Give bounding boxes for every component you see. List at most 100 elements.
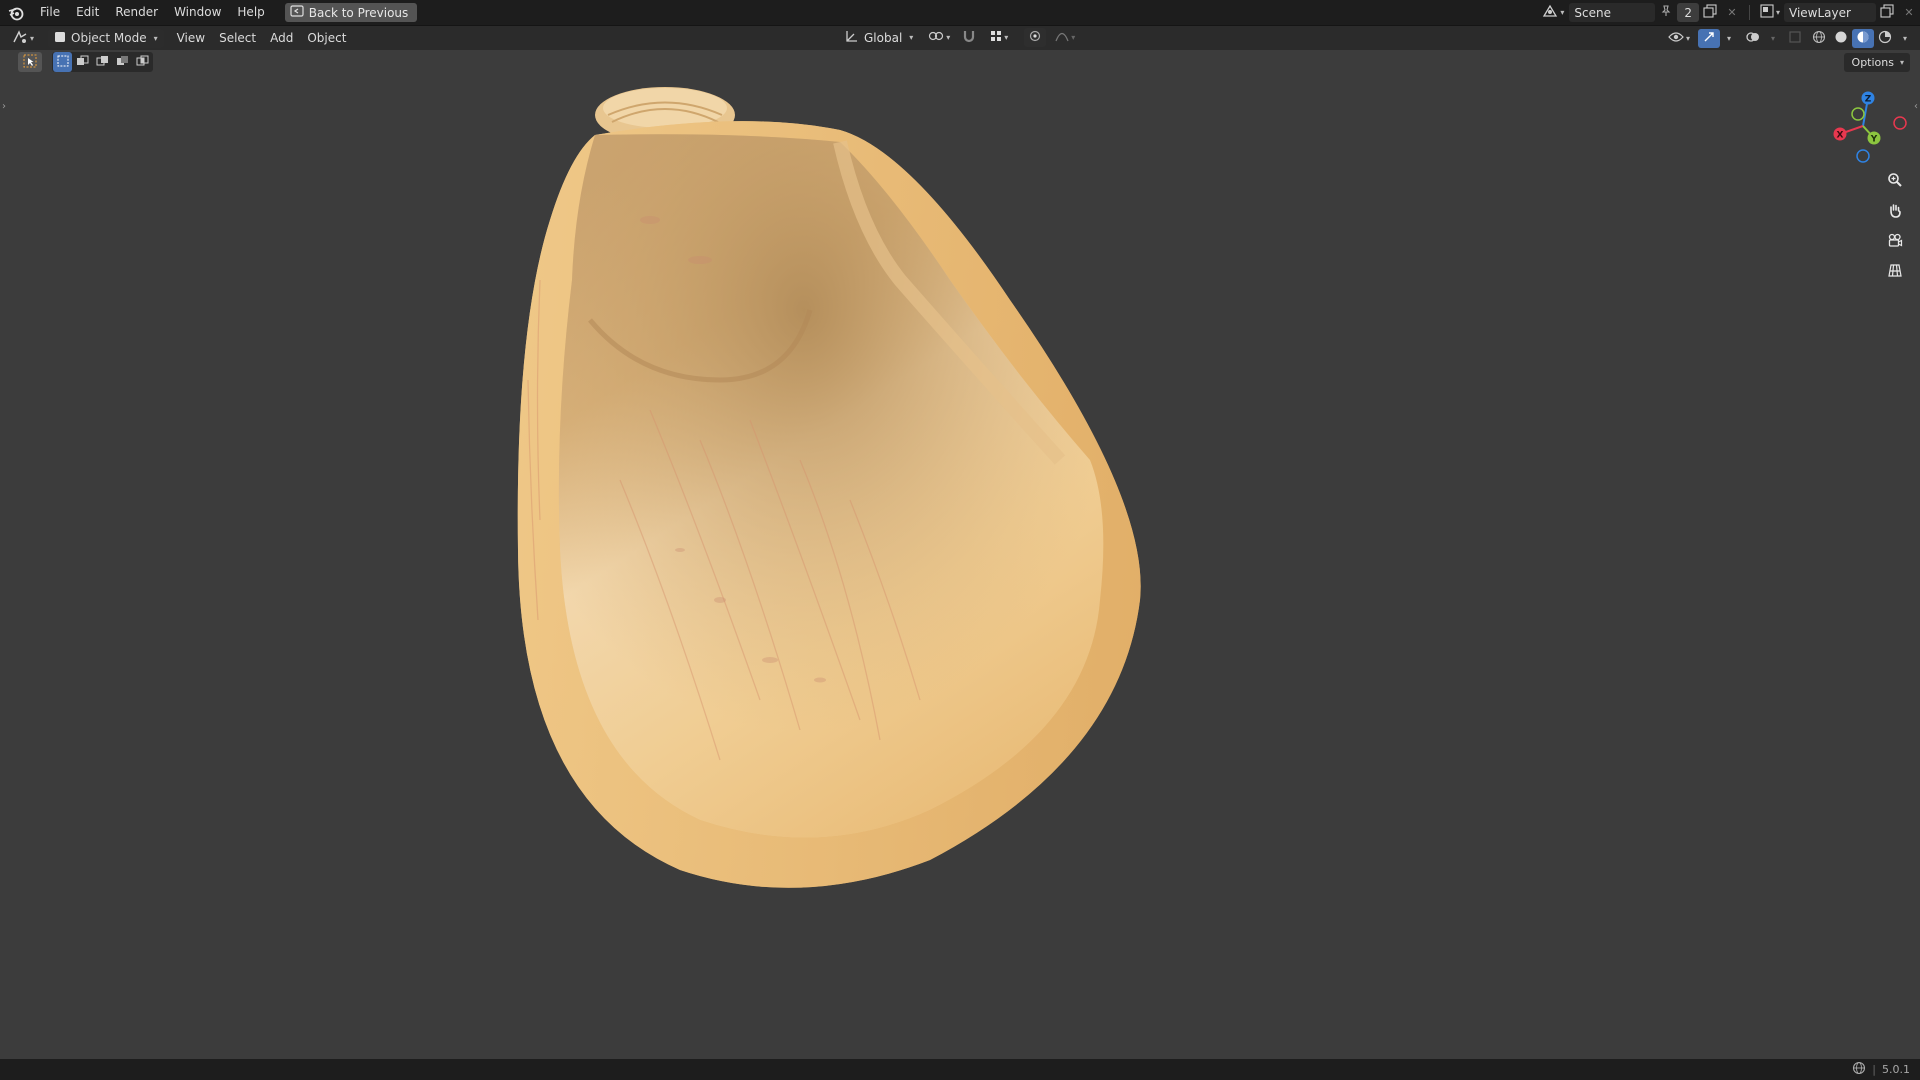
viewport-icon	[12, 29, 28, 47]
shading-material-button[interactable]	[1852, 28, 1874, 48]
select-extend-button[interactable]	[73, 52, 92, 72]
viewlayer-name-field[interactable]: ViewLayer	[1784, 3, 1876, 22]
menu-help[interactable]: Help	[229, 0, 272, 25]
zoom-icon	[1887, 172, 1903, 191]
delete-viewlayer-button[interactable]: ✕	[1898, 3, 1920, 22]
select-subtract-button[interactable]	[93, 52, 112, 72]
shading-solid-button[interactable]	[1830, 29, 1852, 48]
gizmo-icon	[1702, 30, 1716, 47]
viewlayer-icon	[1760, 4, 1774, 21]
chevron-down-icon: ▾	[153, 33, 158, 43]
scene-icon	[1542, 4, 1558, 21]
viewlayer-name: ViewLayer	[1789, 5, 1851, 20]
scene-users-value: 2	[1684, 5, 1692, 20]
blender-logo-icon[interactable]	[6, 3, 26, 23]
menu-render[interactable]: Render	[107, 0, 166, 25]
shading-rendered-button[interactable]	[1874, 29, 1896, 48]
new-scene-button[interactable]	[1699, 3, 1721, 22]
camera-view-button[interactable]	[1883, 229, 1907, 253]
pin-scene-button[interactable]	[1655, 3, 1677, 22]
visibility-dropdown[interactable]: ▾	[1664, 29, 1694, 48]
gizmo-neg-y-handle[interactable]	[1851, 107, 1865, 121]
transform-orientation-dropdown[interactable]: Global ▾	[838, 28, 920, 47]
viewlayer-selector-button[interactable]: ▾	[1756, 3, 1784, 22]
select-invert-icon	[116, 55, 129, 70]
chevron-down-icon: ▾	[1770, 33, 1775, 43]
hand-icon	[1887, 202, 1903, 221]
gizmo-neg-z-handle[interactable]	[1856, 149, 1870, 163]
proportional-edit-icon	[1029, 30, 1041, 45]
status-separator: |	[1872, 1063, 1876, 1076]
chevron-down-icon: ▾	[1560, 8, 1565, 17]
back-to-previous-label: Back to Previous	[308, 5, 409, 20]
editor-type-button[interactable]: ▾	[8, 29, 38, 48]
chevron-down-icon: ▾	[1902, 33, 1907, 43]
select-invert-button[interactable]	[113, 52, 132, 72]
xray-toggle[interactable]	[1784, 29, 1806, 48]
navigation-gizmo[interactable]: Z X Y	[1818, 86, 1908, 166]
proportional-falloff-dropdown[interactable]: ▾	[1050, 28, 1080, 47]
options-label: Options	[1851, 56, 1894, 69]
pivot-icon	[928, 29, 944, 46]
selection-tools	[18, 52, 153, 72]
gizmo-dropdown[interactable]: ▾	[1720, 29, 1736, 48]
overlays-dropdown[interactable]: ▾	[1764, 29, 1780, 48]
gizmo-z-label: Z	[1865, 95, 1872, 105]
close-icon: ✕	[1727, 6, 1737, 19]
back-to-previous-button[interactable]: Back to Previous	[284, 3, 418, 22]
gizmo-neg-x-handle[interactable]	[1893, 116, 1907, 130]
eye-icon	[1668, 31, 1684, 46]
select-intersect-icon	[136, 55, 149, 70]
transform-tools: Global ▾ ▾ ▾ ▾	[838, 28, 1080, 47]
rendered-sphere-icon	[1878, 30, 1892, 47]
top-bar: File Edit Render Window Help Back to Pre…	[0, 0, 1920, 25]
new-viewlayer-button[interactable]	[1876, 3, 1898, 22]
gizmo-x-label: X	[1837, 131, 1844, 141]
pivot-point-dropdown[interactable]: ▾	[924, 28, 954, 47]
wooden-vessel-object[interactable]	[500, 80, 1170, 900]
scene-name: Scene	[1574, 5, 1611, 20]
gizmo-toggle[interactable]	[1698, 28, 1720, 48]
chevron-down-icon: ▾	[1726, 33, 1731, 43]
menu-window[interactable]: Window	[166, 0, 229, 25]
select-intersect-button[interactable]	[133, 52, 152, 72]
sidebar-expand-arrow-icon[interactable]: ‹	[1914, 101, 1918, 112]
version-label: 5.0.1	[1882, 1063, 1910, 1076]
selection-mode-group	[52, 52, 153, 72]
duplicate-icon	[1880, 4, 1894, 21]
options-dropdown[interactable]: Options ▾	[1843, 53, 1910, 72]
menu-file[interactable]: File	[32, 0, 68, 25]
select-tool-button[interactable]	[18, 52, 42, 72]
delete-scene-button[interactable]: ✕	[1721, 3, 1743, 22]
duplicate-icon	[1703, 4, 1717, 21]
overlays-toggle[interactable]	[1742, 29, 1764, 48]
toolbar-expand-arrow-icon[interactable]: ›	[2, 101, 6, 112]
shading-dropdown[interactable]: ▾	[1896, 29, 1912, 48]
wireframe-sphere-icon	[1812, 30, 1826, 47]
scene-selector-button[interactable]: ▾	[1539, 3, 1567, 22]
scene-name-field[interactable]: Scene	[1569, 3, 1656, 22]
snap-target-dropdown[interactable]: ▾	[984, 28, 1014, 47]
zoom-button[interactable]	[1883, 169, 1907, 193]
xray-icon	[1789, 30, 1801, 46]
camera-icon	[1887, 232, 1903, 251]
cursor-select-icon	[23, 54, 37, 71]
chevron-down-icon: ▾	[29, 33, 34, 43]
chevron-down-icon: ▾	[909, 33, 914, 42]
select-new-button[interactable]	[53, 52, 72, 72]
snap-grid-icon	[990, 30, 1002, 45]
menu-select[interactable]: Select	[212, 29, 263, 48]
shading-wireframe-button[interactable]	[1808, 29, 1830, 48]
proportional-edit-toggle[interactable]	[1024, 28, 1047, 47]
menu-edit[interactable]: Edit	[68, 0, 107, 25]
menu-view[interactable]: View	[170, 29, 212, 48]
ortho-toggle-button[interactable]	[1883, 259, 1907, 283]
object-cube-icon	[54, 31, 66, 46]
snap-toggle[interactable]	[958, 28, 980, 47]
menu-object[interactable]: Object	[300, 29, 353, 48]
overlays-icon	[1746, 30, 1760, 47]
transform-orientation-label: Global	[864, 30, 903, 45]
object-mode-dropdown[interactable]: Object Mode ▾	[48, 28, 164, 48]
pan-button[interactable]	[1883, 199, 1907, 223]
menu-add[interactable]: Add	[263, 29, 300, 48]
